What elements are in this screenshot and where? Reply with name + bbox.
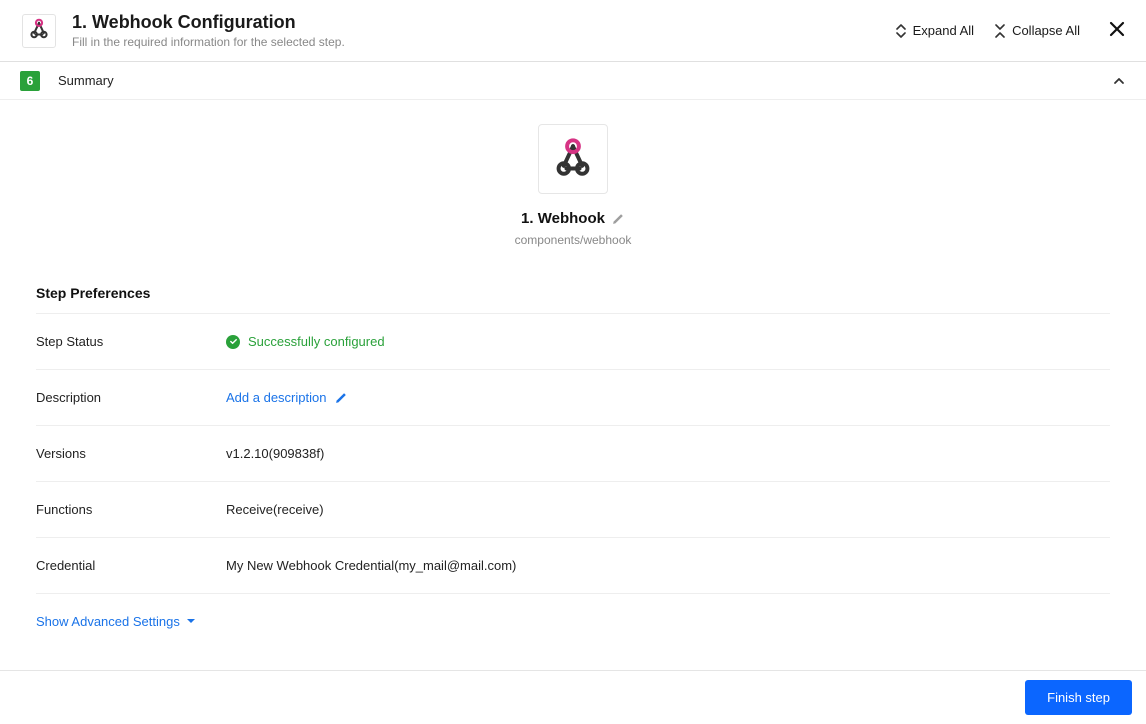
page-subtitle: Fill in the required information for the… [72,35,895,49]
header-actions: Expand All Collapse All [895,20,1126,41]
header-titles: 1. Webhook Configuration Fill in the req… [72,12,895,49]
summary-label: Summary [58,73,1112,88]
step-card: 1. Webhook components/webhook [0,100,1146,267]
collapse-icon [994,24,1006,38]
pref-label-credential: Credential [36,558,226,573]
page-title: 1. Webhook Configuration [72,12,895,33]
close-icon [1108,20,1126,41]
collapse-all-button[interactable]: Collapse All [994,23,1080,38]
pref-row-status: Step Status Successfully configured [36,314,1110,370]
pref-label-status: Step Status [36,334,226,349]
finish-step-button[interactable]: Finish step [1025,680,1132,715]
pref-label-description: Description [36,390,226,405]
pencil-icon [611,212,625,226]
step-name-row: 1. Webhook [521,210,625,227]
pref-label-versions: Versions [36,446,226,461]
add-description-button[interactable]: Add a description [226,390,348,405]
header-webhook-icon-box [22,14,56,48]
footer: Finish step [0,670,1146,724]
summary-section-header[interactable]: 6 Summary [0,62,1146,100]
pref-label-functions: Functions [36,502,226,517]
webhook-icon [552,137,594,182]
show-advanced-settings-button[interactable]: Show Advanced Settings [36,594,196,629]
pref-value-credential: My New Webhook Credential(my_mail@mail.c… [226,558,516,573]
step-number-badge: 6 [20,71,40,91]
expand-all-button[interactable]: Expand All [895,23,974,38]
step-preferences: Step Preferences Step Status Successfull… [0,267,1146,629]
webhook-icon [28,18,50,43]
expand-all-label: Expand All [913,23,974,38]
step-icon-box [538,124,608,194]
pref-row-functions: Functions Receive(receive) [36,482,1110,538]
caret-down-icon [186,614,196,629]
check-icon [226,335,240,349]
config-header: 1. Webhook Configuration Fill in the req… [0,0,1146,62]
step-preferences-title: Step Preferences [36,267,1110,314]
step-name: 1. Webhook [521,210,605,227]
pref-row-description: Description Add a description [36,370,1110,426]
pref-value-functions: Receive(receive) [226,502,324,517]
pref-row-versions: Versions v1.2.10(909838f) [36,426,1110,482]
pref-row-credential: Credential My New Webhook Credential(my_… [36,538,1110,594]
collapse-all-label: Collapse All [1012,23,1080,38]
add-description-label: Add a description [226,390,326,405]
step-path: components/webhook [515,233,632,247]
pref-value-versions: v1.2.10(909838f) [226,446,324,461]
close-button[interactable] [1108,20,1126,41]
status-text: Successfully configured [248,334,385,349]
show-advanced-settings-label: Show Advanced Settings [36,614,180,629]
expand-icon [895,24,907,38]
chevron-up-icon [1112,74,1126,88]
pencil-icon [334,391,348,405]
status-badge: Successfully configured [226,334,385,349]
edit-step-name-button[interactable] [611,212,625,226]
